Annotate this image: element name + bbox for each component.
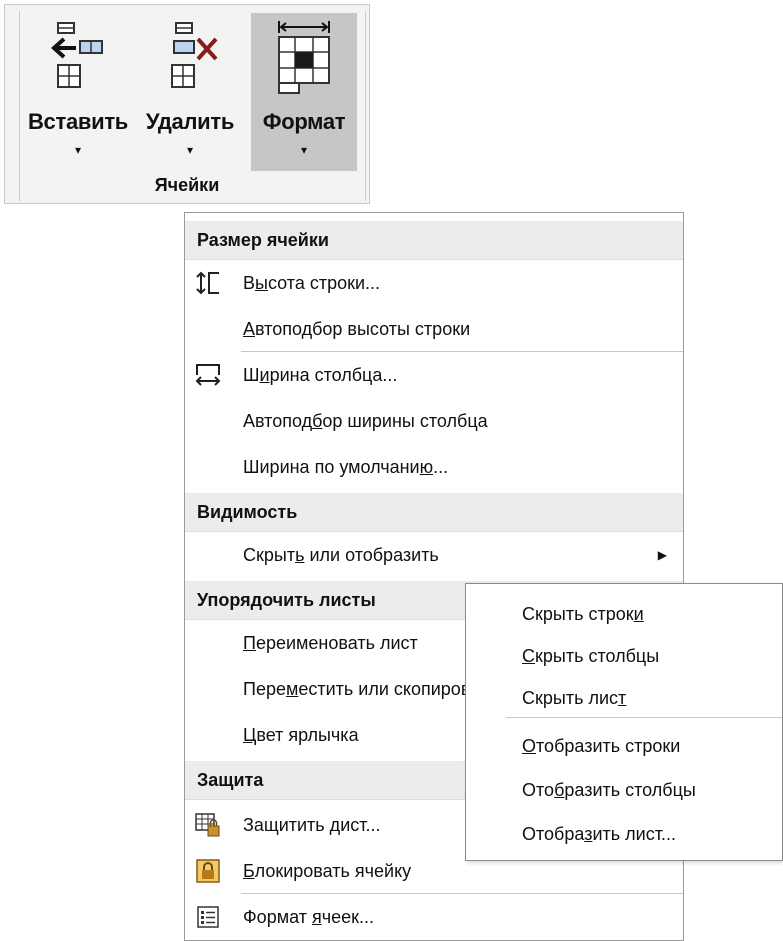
hide-unhide-submenu: Скрыть строки Скрыть столбцы Скрыть лист… xyxy=(465,583,783,861)
menu-item-label: Цвет ярлычка xyxy=(243,725,359,745)
delete-button-label: Удалить xyxy=(145,109,235,134)
submenu-item-hide-columns[interactable]: Скрыть столбцы xyxy=(522,636,659,676)
chevron-down-icon: ▾ xyxy=(300,143,308,157)
menu-item-label: Автоподбор ширины столбца xyxy=(243,411,488,431)
submenu-item-hide-rows[interactable]: Скрыть строки xyxy=(522,594,644,634)
format-cells-icon xyxy=(278,21,330,94)
row-height-icon xyxy=(196,271,219,295)
menu-item-default-width[interactable]: Ширина по умолчанию... xyxy=(185,445,683,489)
chevron-down-icon: ▾ xyxy=(74,143,82,157)
protect-sheet-icon xyxy=(195,813,220,837)
group-label: Ячейки xyxy=(154,175,220,195)
menu-header-cell-size: Размер ячейки xyxy=(185,221,683,260)
menu-item-label: Автоподбор высоты строки xyxy=(243,319,471,339)
submenu-item-unhide-columns[interactable]: Отобразить столбцы xyxy=(522,770,696,810)
insert-button-label: Вставить xyxy=(27,109,129,134)
delete-button[interactable]: Удалить ▾ xyxy=(135,13,245,171)
format-button[interactable]: Формат ▾ xyxy=(251,13,357,171)
menu-item-label: Блокировать ячейку xyxy=(243,861,412,881)
menu-item-format-cells[interactable]: Формат ячеек... xyxy=(185,895,683,939)
menu-item-label: Ширина по умолчанию... xyxy=(243,457,449,477)
submenu-item-hide-sheet[interactable]: Скрыть лист xyxy=(522,678,626,718)
insert-button[interactable]: Вставить ▾ xyxy=(23,13,133,171)
menu-item-autofit-row-height[interactable]: Автоподбор высоты строки xyxy=(185,307,683,351)
menu-item-autofit-column-width[interactable]: Автоподбор ширины столбца xyxy=(185,399,683,443)
menu-item-hide-unhide[interactable]: Скрыть или отобразить ▶ xyxy=(185,533,683,577)
submenu-divider xyxy=(506,717,782,718)
menu-item-label: Защитить дист... xyxy=(243,815,381,835)
format-cells-list-icon xyxy=(197,906,219,928)
delete-cells-icon xyxy=(171,22,218,88)
chevron-down-icon: ▾ xyxy=(186,143,194,157)
menu-item-label: Переименовать лист xyxy=(243,633,418,653)
insert-cells-icon xyxy=(51,22,103,88)
ribbon-group-cells: Вставить ▾ Удалить ▾ Формат ▾ Ячейки xyxy=(4,4,370,204)
menu-divider xyxy=(241,893,683,894)
menu-item-label: Скрыть или отобразить xyxy=(243,545,439,565)
menu-item-label: Формат ячеек... xyxy=(243,907,374,927)
ribbon-separator xyxy=(365,11,366,201)
menu-item-column-width[interactable]: Ширина столбца... xyxy=(185,353,683,397)
format-button-label: Формат xyxy=(262,109,346,134)
ribbon-separator xyxy=(19,11,20,201)
submenu-item-unhide-rows[interactable]: Отобразить строки xyxy=(522,726,680,766)
menu-item-row-height[interactable]: Высота строки... xyxy=(185,261,683,305)
menu-item-label: Ширина столбца... xyxy=(243,365,398,385)
menu-header-visibility: Видимость xyxy=(185,493,683,532)
menu-item-label: Высота строки... xyxy=(243,273,381,293)
submenu-item-unhide-sheet[interactable]: Отобразить лист... xyxy=(522,814,676,854)
submenu-arrow-icon: ▶ xyxy=(657,548,667,562)
lock-icon xyxy=(196,859,220,883)
menu-divider xyxy=(241,351,683,352)
column-width-icon xyxy=(195,364,221,386)
